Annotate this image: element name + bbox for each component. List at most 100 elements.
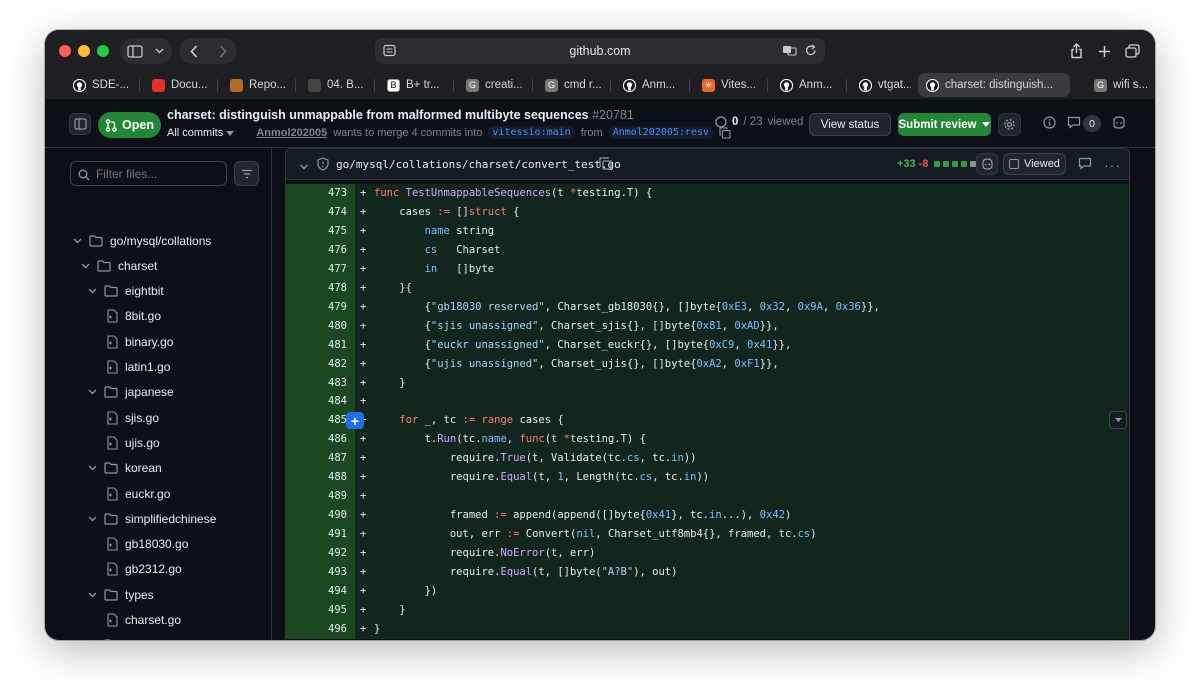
tree-file[interactable]: ujis.go	[107, 430, 160, 455]
browser-tab[interactable]: 04. B...	[300, 73, 370, 97]
line-number[interactable]: 474	[286, 202, 355, 222]
chevron-down-icon[interactable]	[72, 238, 82, 244]
zoom-window-button[interactable]	[97, 45, 109, 57]
line-number[interactable]: 485	[286, 411, 355, 431]
line-number[interactable]: 477	[286, 259, 355, 279]
sidebar-toggle-button[interactable]	[120, 39, 150, 63]
translate-icon[interactable]	[782, 44, 797, 57]
browser-tab[interactable]: vtgat...	[851, 73, 911, 97]
line-number[interactable]: 473	[286, 184, 355, 203]
comment-icon[interactable]	[1067, 116, 1081, 134]
browser-tab[interactable]: Gwifi s...	[1086, 73, 1148, 97]
browser-tab[interactable]: charset: distinguish...	[918, 73, 1070, 97]
tab-overview-button[interactable]	[1121, 40, 1143, 62]
line-number[interactable]: 484	[286, 392, 355, 412]
tree-file[interactable]: gb18030.go	[107, 532, 188, 557]
browser-tab[interactable]: Repo...	[222, 73, 292, 97]
browser-tab[interactable]: B B+ tr...	[379, 73, 449, 97]
tree-folder[interactable]: types	[87, 582, 154, 607]
settings-button[interactable]	[998, 113, 1021, 136]
line-number[interactable]: 482	[286, 354, 355, 374]
info-icon[interactable]	[1043, 116, 1056, 134]
expand-lines-button[interactable]	[1109, 411, 1127, 430]
mark-viewed-button[interactable]: Viewed	[1003, 153, 1066, 175]
add-comment-button[interactable]: +	[346, 412, 364, 430]
diff-file-path[interactable]: go/mysql/collations/charset/convert_test…	[336, 158, 621, 171]
base-branch[interactable]: vitessio:main	[488, 126, 575, 139]
browser-tab[interactable]: Gcreati...	[458, 73, 528, 97]
browser-tab[interactable]: Anm...	[615, 73, 685, 97]
tree-file[interactable]: charset.go	[107, 608, 181, 633]
chevron-down-icon[interactable]	[87, 389, 97, 395]
line-number[interactable]: 487	[286, 449, 355, 469]
tree-file[interactable]: latin1.go	[107, 355, 170, 380]
commits-dropdown[interactable]: All commits	[167, 127, 235, 139]
line-number[interactable]: 490	[286, 506, 355, 526]
more-options-icon[interactable]: ···	[1104, 157, 1121, 173]
tree-folder[interactable]: korean	[87, 456, 162, 481]
tree-file[interactable]: sjis.go	[107, 405, 159, 430]
forward-button[interactable]	[208, 39, 237, 63]
line-number[interactable]: 491	[286, 525, 355, 545]
copilot-review-button[interactable]	[976, 153, 998, 175]
line-number[interactable]: 475	[286, 221, 355, 241]
reload-icon[interactable]	[805, 44, 817, 57]
tree-folder[interactable]: go/mysql/collations	[72, 228, 211, 253]
chevron-down-icon[interactable]	[80, 263, 90, 269]
browser-tab[interactable]: Anm...	[772, 73, 842, 97]
chevron-down-icon[interactable]	[87, 516, 97, 522]
head-branch[interactable]: Anmol202005:resv	[608, 126, 714, 139]
filter-options-button[interactable]	[234, 161, 259, 186]
line-number[interactable]: 480	[286, 316, 355, 336]
pr-author-link[interactable]: Anmol202005	[256, 127, 327, 139]
collapse-file-button[interactable]	[299, 159, 309, 177]
tree-folder[interactable]: unicode	[87, 633, 167, 640]
tree-folder[interactable]: japanese	[87, 380, 174, 405]
chevron-down-icon[interactable]	[87, 288, 97, 294]
viewed-checkbox[interactable]	[1009, 159, 1020, 169]
line-number[interactable]: 486	[286, 430, 355, 450]
browser-tab[interactable]: Docu...	[144, 73, 214, 97]
file-comment-icon[interactable]	[1078, 157, 1092, 175]
minimize-window-button[interactable]	[78, 45, 90, 57]
line-number[interactable]: 492	[286, 544, 355, 564]
back-button[interactable]	[179, 39, 208, 63]
tree-folder[interactable]: eightbit	[87, 279, 164, 304]
copy-icon[interactable]	[719, 126, 731, 139]
tree-file[interactable]: gb2312.go	[107, 557, 182, 582]
line-number[interactable]: 493	[286, 563, 355, 582]
close-window-button[interactable]	[59, 45, 71, 57]
line-number[interactable]: 483	[286, 373, 355, 393]
line-number[interactable]: 496	[286, 619, 355, 639]
tree-file[interactable]: 8bit.go	[107, 304, 161, 329]
browser-tab-label: SDE-...	[92, 79, 130, 91]
tree-folder[interactable]: charset	[80, 253, 157, 278]
line-number[interactable]: 489	[286, 487, 355, 507]
line-number[interactable]: 479	[286, 297, 355, 317]
copy-path-icon[interactable]	[599, 157, 612, 175]
address-bar[interactable]: github.com	[375, 38, 825, 64]
share-button[interactable]	[1065, 40, 1087, 62]
filter-files-input[interactable]	[70, 161, 227, 186]
page-menu-icon[interactable]	[383, 44, 396, 60]
tree-file[interactable]: euckr.go	[107, 481, 170, 506]
file-tree-toggle-button[interactable]	[69, 113, 91, 135]
tree-file[interactable]: binary.go	[107, 329, 173, 354]
new-tab-button[interactable]	[1093, 40, 1115, 62]
line-number[interactable]: 494	[286, 581, 355, 601]
browser-tab[interactable]: ✳ Vites...	[694, 73, 764, 97]
chevron-down-icon[interactable]	[87, 465, 97, 471]
view-status-button[interactable]: View status	[809, 113, 891, 136]
line-number[interactable]: 495	[286, 600, 355, 620]
submit-review-button[interactable]: Submit review	[898, 113, 991, 136]
chevron-down-icon[interactable]	[87, 592, 97, 598]
browser-tab[interactable]: Gcmd r...	[537, 73, 607, 97]
tab-group-dropdown[interactable]	[150, 39, 168, 63]
tree-folder[interactable]: simplifiedchinese	[87, 506, 216, 531]
line-number[interactable]: 488	[286, 468, 355, 488]
line-number[interactable]: 476	[286, 240, 355, 260]
copilot-icon[interactable]	[1112, 116, 1126, 134]
line-number[interactable]: 481	[286, 335, 355, 355]
browser-tab[interactable]: SDE-...	[65, 73, 135, 97]
line-number[interactable]: 478	[286, 278, 355, 298]
